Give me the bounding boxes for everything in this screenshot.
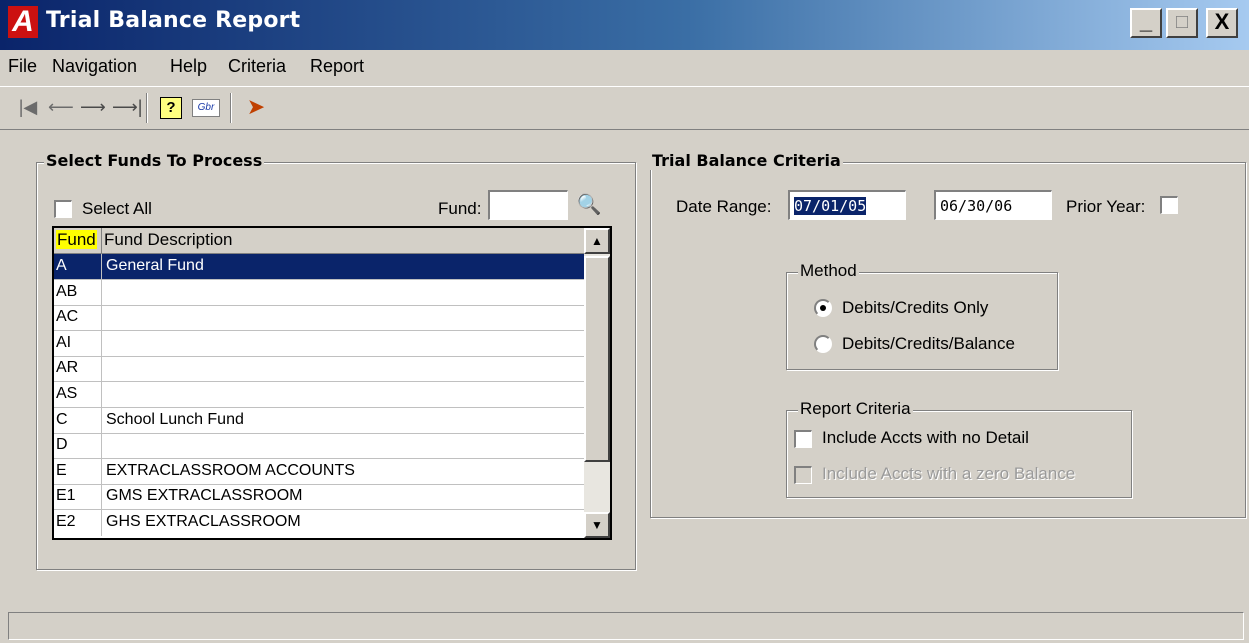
debits-credits-only-radio[interactable] (814, 299, 832, 317)
date-to-input[interactable]: 06/30/06 (934, 190, 1052, 220)
method-group-title: Method (798, 261, 859, 281)
prior-year-label: Prior Year: (1066, 197, 1146, 216)
method-group (786, 272, 1058, 370)
fund-cell: D (54, 433, 102, 458)
menu-criteria[interactable]: Criteria (228, 56, 286, 77)
select-all-label: Select All (82, 199, 152, 218)
vertical-scrollbar[interactable]: ▲ ▼ (584, 228, 610, 538)
scroll-thumb[interactable] (584, 256, 610, 462)
fund-cell: AS (54, 382, 102, 407)
include-no-detail-checkbox[interactable] (794, 430, 812, 448)
previous-record-icon[interactable]: ⟵ (48, 95, 74, 119)
table-row[interactable]: E1 GMS EXTRACLASSROOM (54, 484, 584, 510)
table-header: Fund Fund Description (54, 228, 584, 254)
table-row[interactable]: E2 GHS EXTRACLASSROOM (54, 510, 584, 536)
scroll-up-icon[interactable]: ▲ (584, 228, 610, 254)
criteria-group-title: Trial Balance Criteria (650, 151, 843, 170)
title-bar[interactable]: A Trial Balance Report _ □ X (0, 0, 1249, 50)
fund-cell: E2 (54, 510, 102, 536)
debits-credits-balance-label: Debits/Credits/Balance (842, 334, 1015, 353)
globe-icon[interactable]: Gbr (192, 99, 220, 117)
scroll-down-icon[interactable]: ▼ (584, 512, 610, 538)
report-criteria-group (786, 410, 1132, 498)
table-row[interactable]: A General Fund (54, 254, 584, 280)
table-row[interactable]: AC (54, 305, 584, 331)
last-record-icon[interactable]: ⟶| (112, 95, 142, 119)
description-cell: GMS EXTRACLASSROOM (106, 487, 303, 504)
fund-cell: E1 (54, 484, 102, 509)
description-cell: EXTRACLASSROOM ACCOUNTS (106, 462, 355, 479)
minimize-button[interactable]: _ (1130, 8, 1162, 38)
fund-cell: C (54, 408, 102, 433)
table-row[interactable]: AR (54, 356, 584, 382)
date-range-label: Date Range: (676, 197, 772, 216)
fund-input[interactable] (488, 190, 568, 220)
table-row[interactable]: AS (54, 382, 584, 408)
column-header-fund[interactable]: Fund (54, 228, 102, 254)
fund-label: Fund: (438, 199, 482, 218)
fund-cell: AB (54, 280, 102, 305)
include-zero-balance-checkbox (794, 466, 812, 484)
table-row[interactable]: AB (54, 280, 584, 306)
table-row[interactable]: C School Lunch Fund (54, 408, 584, 434)
first-record-icon[interactable]: |◀ (16, 95, 40, 119)
description-cell (102, 433, 584, 458)
include-no-detail-label: Include Accts with no Detail (822, 428, 1029, 447)
maximize-button[interactable]: □ (1166, 8, 1198, 38)
date-from-input[interactable]: 07/01/05 (788, 190, 906, 220)
description-cell: School Lunch Fund (106, 411, 244, 428)
description-cell (102, 382, 584, 407)
next-record-icon[interactable]: ⟶ (80, 95, 106, 119)
run-icon[interactable]: ➤ (244, 95, 268, 119)
description-cell (102, 331, 584, 356)
fund-cell: AC (54, 305, 102, 330)
fund-cell: E (54, 459, 102, 484)
description-cell (102, 280, 584, 305)
status-bar (8, 612, 1244, 640)
window-title: Trial Balance Report (46, 8, 301, 33)
fund-cell: A (54, 254, 102, 279)
column-header-description[interactable]: Fund Description (102, 228, 584, 254)
description-cell (102, 356, 584, 381)
debits-credits-only-label: Debits/Credits Only (842, 298, 989, 317)
binoculars-icon[interactable]: 🔍 (576, 192, 602, 218)
toolbar-separator (146, 93, 148, 123)
table-row[interactable]: AI (54, 331, 584, 357)
menu-bar: File Navigation Help Criteria Report (0, 50, 1249, 84)
funds-group-title: Select Funds To Process (44, 151, 265, 170)
description-cell (102, 305, 584, 330)
menu-help[interactable]: Help (170, 56, 207, 77)
select-all-checkbox[interactable] (54, 200, 72, 218)
description-cell: GHS EXTRACLASSROOM (106, 513, 301, 530)
menu-navigation[interactable]: Navigation (52, 56, 137, 77)
help-icon[interactable]: ? (160, 97, 182, 119)
prior-year-checkbox[interactable] (1160, 196, 1178, 214)
toolbar: |◀ ⟵ ⟶ ⟶| ? Gbr ➤ (0, 86, 1249, 130)
close-button[interactable]: X (1206, 8, 1238, 38)
menu-file[interactable]: File (8, 56, 37, 77)
toolbar-separator (230, 93, 232, 123)
report-criteria-group-title: Report Criteria (798, 399, 913, 419)
include-zero-balance-label: Include Accts with a zero Balance (822, 464, 1076, 483)
funds-table[interactable]: Fund Fund Description A General Fund AB … (52, 226, 612, 540)
fund-cell: AI (54, 331, 102, 356)
app-logo-icon: A (8, 6, 38, 38)
description-cell: General Fund (106, 257, 204, 274)
menu-report[interactable]: Report (310, 56, 364, 77)
debits-credits-balance-radio[interactable] (814, 335, 832, 353)
table-row[interactable]: E EXTRACLASSROOM ACCOUNTS (54, 459, 584, 485)
table-row[interactable]: D (54, 433, 584, 459)
fund-cell: AR (54, 356, 102, 381)
